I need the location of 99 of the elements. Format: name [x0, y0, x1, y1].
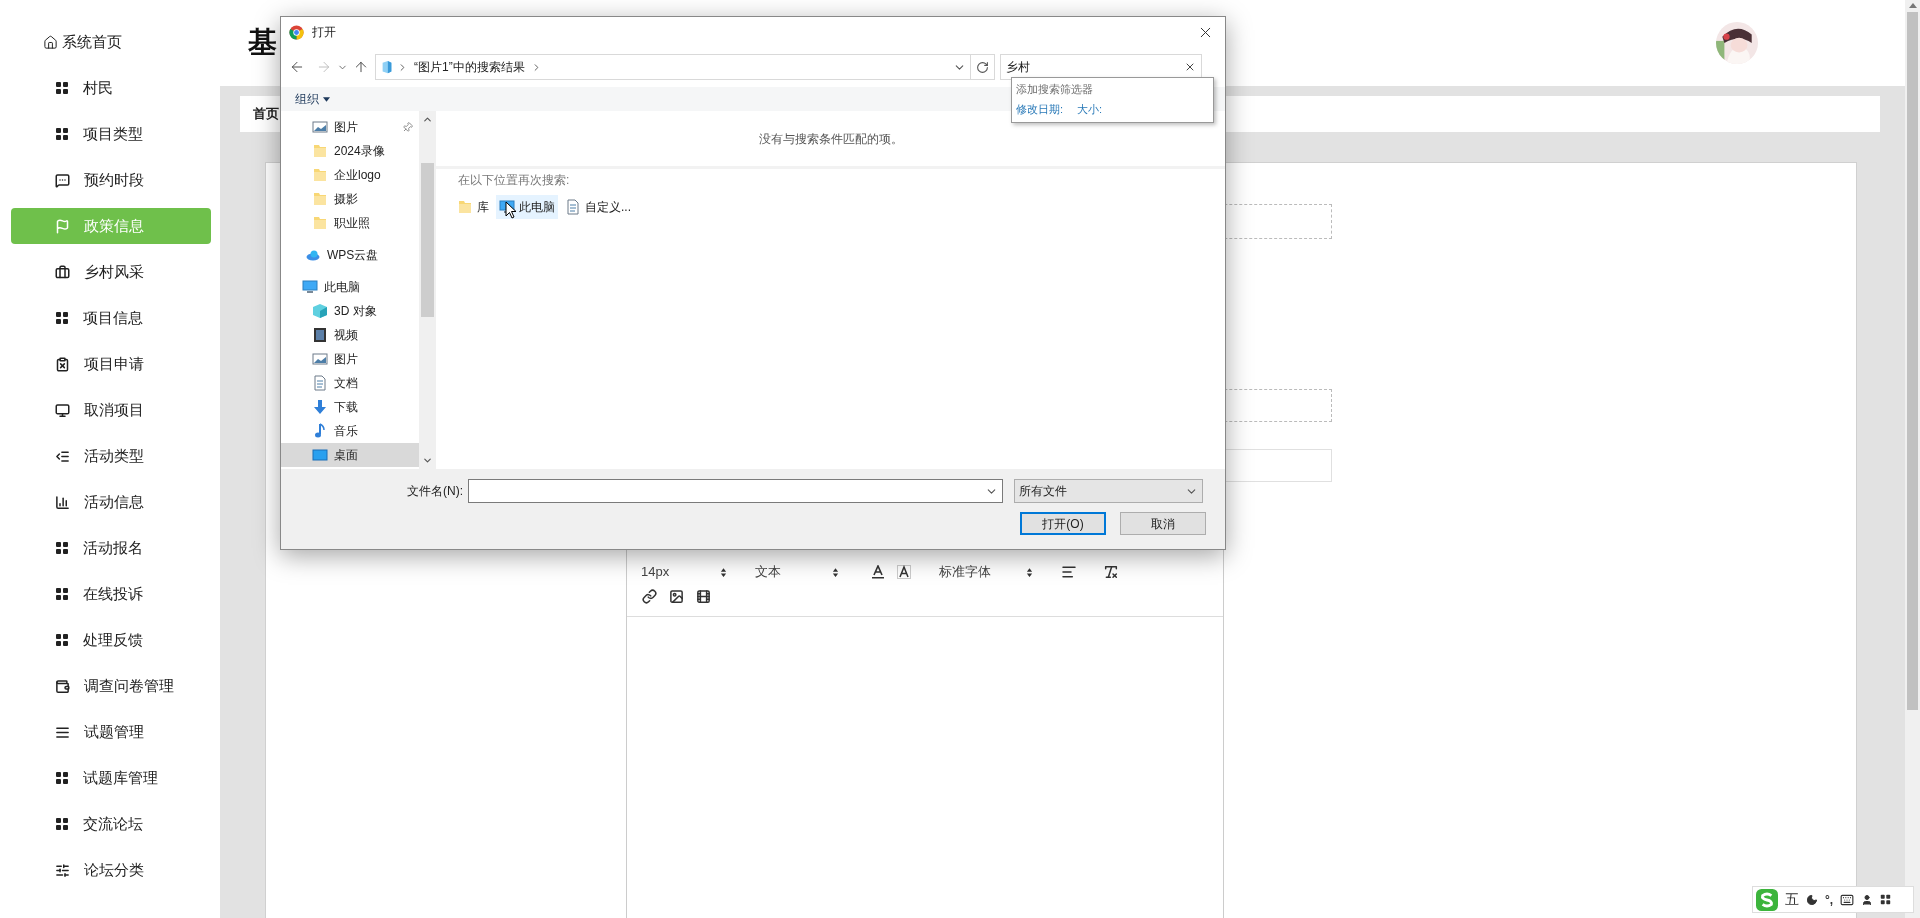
search-location[interactable]: 此电脑: [496, 195, 558, 219]
cursor-icon: [505, 201, 517, 219]
video-icon[interactable]: [696, 588, 711, 604]
pictures-icon: [312, 351, 328, 367]
nav-item[interactable]: 音乐: [281, 419, 419, 443]
folder-icon: [312, 215, 328, 231]
empty-message: 没有与搜索条件匹配的项。: [758, 130, 903, 148]
stepper-icon: [720, 566, 727, 578]
filename-field[interactable]: [468, 479, 1003, 503]
folder-icon: [312, 191, 328, 207]
address-text: “图片1”中的搜索结果: [414, 59, 525, 76]
up-icon[interactable]: [353, 59, 369, 75]
search-results-icon: [380, 60, 394, 74]
grid-icon: [55, 541, 69, 555]
briefcase-icon: [55, 264, 70, 280]
grid-icon: [55, 311, 69, 325]
nav-item[interactable]: 桌面: [281, 443, 419, 467]
wallet-icon: [55, 678, 70, 694]
breadcrumb-link[interactable]: 首页: [253, 104, 279, 124]
search-location[interactable]: 自定义...: [562, 195, 634, 219]
download-icon: [312, 399, 328, 415]
input-mode[interactable]: 五: [1785, 889, 1799, 910]
grid-icon: [55, 633, 69, 647]
refresh-icon[interactable]: [976, 60, 989, 74]
caret-icon: [323, 96, 330, 102]
desktop-icon: [312, 447, 328, 463]
search-again-label: 在以下位置再次搜索:: [458, 172, 571, 189]
grid-icon: [55, 771, 69, 785]
nav-item[interactable]: 3D 对象: [281, 299, 419, 323]
file-type-select[interactable]: 所有文件: [1014, 479, 1203, 503]
nav-item[interactable]: 下载: [281, 395, 419, 419]
home-icon: [43, 34, 58, 50]
page-scrollbar[interactable]: [1905, 0, 1920, 918]
chat-icon: [55, 172, 70, 188]
nav-item[interactable]: 文档: [281, 371, 419, 395]
nav-item[interactable]: WPS云盘: [281, 243, 419, 267]
address-bar[interactable]: “图片1”中的搜索结果: [375, 54, 995, 80]
image-icon[interactable]: [669, 588, 684, 604]
search-filter-link[interactable]: 大小:: [1077, 100, 1103, 117]
sliders-icon: [55, 862, 70, 878]
suggestions-heading: 添加搜索筛选器: [1016, 82, 1094, 97]
document-icon: [312, 375, 328, 391]
search-location[interactable]: 库: [454, 195, 492, 219]
font-family-select[interactable]: 标准字体: [939, 562, 1037, 582]
lines-icon: [55, 724, 70, 740]
search-filter-link[interactable]: 修改日期:: [1016, 100, 1064, 117]
app-icon: [289, 24, 304, 40]
list-icon: [55, 448, 70, 464]
dialog-title: 打开: [312, 24, 336, 41]
filename-label: 文件名(N):: [406, 483, 464, 500]
punctuation-mode[interactable]: °,: [1825, 890, 1834, 909]
align-icon[interactable]: [1061, 564, 1077, 580]
film-icon: [312, 327, 328, 343]
monitor-icon: [55, 402, 70, 418]
highlight-icon[interactable]: [897, 565, 911, 579]
flag-icon: [55, 218, 70, 234]
keyboard-icon[interactable]: [1840, 892, 1855, 907]
font-color-icon[interactable]: [871, 565, 885, 579]
nav-item[interactable]: 视频: [281, 323, 419, 347]
scrollbar[interactable]: [419, 111, 436, 469]
grid-icon: [55, 127, 69, 141]
nav-item[interactable]: 摄影: [281, 187, 419, 211]
music-icon: [312, 423, 328, 439]
nav-item[interactable]: 图片: [281, 115, 419, 139]
clear-icon[interactable]: [1184, 61, 1196, 73]
dialog-button[interactable]: 取消: [1120, 512, 1206, 535]
link-icon[interactable]: [642, 588, 657, 604]
font-size-select[interactable]: 14px: [641, 562, 731, 582]
nav-item[interactable]: 职业照: [281, 211, 419, 235]
ime-logo-icon[interactable]: [1756, 888, 1778, 911]
back-icon[interactable]: [289, 59, 305, 75]
grid-icon: [55, 587, 69, 601]
nav-item[interactable]: 图片: [281, 347, 419, 371]
document-icon: [565, 199, 581, 215]
scroll-up-icon[interactable]: [1908, 3, 1917, 8]
nav-item[interactable]: 2024录像: [281, 139, 419, 163]
moon-icon[interactable]: [1806, 893, 1818, 906]
stepper-icon: [1026, 566, 1033, 578]
stepper-icon: [832, 566, 839, 578]
clear-format-icon[interactable]: [1103, 564, 1119, 580]
format-select[interactable]: 文本: [755, 562, 843, 582]
folder-icon: [312, 167, 328, 183]
user-icon[interactable]: [1861, 893, 1874, 906]
pictures-icon: [312, 119, 328, 135]
grid-icon: [55, 817, 69, 831]
bar-chart-icon: [55, 494, 70, 510]
grid-icon: [55, 81, 69, 95]
nav-item[interactable]: 此电脑: [281, 275, 419, 299]
page-title: 基: [248, 25, 277, 61]
dialog-button[interactable]: 打开(O): [1020, 512, 1106, 535]
folder-icon: [312, 143, 328, 159]
nav-item[interactable]: 企业logo: [281, 163, 419, 187]
computer-icon: [302, 279, 318, 295]
grid-icon[interactable]: [1880, 894, 1892, 905]
organize-menu[interactable]: 组织: [295, 90, 330, 108]
scroll-down-icon[interactable]: [422, 455, 433, 466]
folder-icon: [457, 199, 473, 215]
clipboard-icon: [55, 356, 70, 372]
cube-icon: [312, 303, 328, 319]
